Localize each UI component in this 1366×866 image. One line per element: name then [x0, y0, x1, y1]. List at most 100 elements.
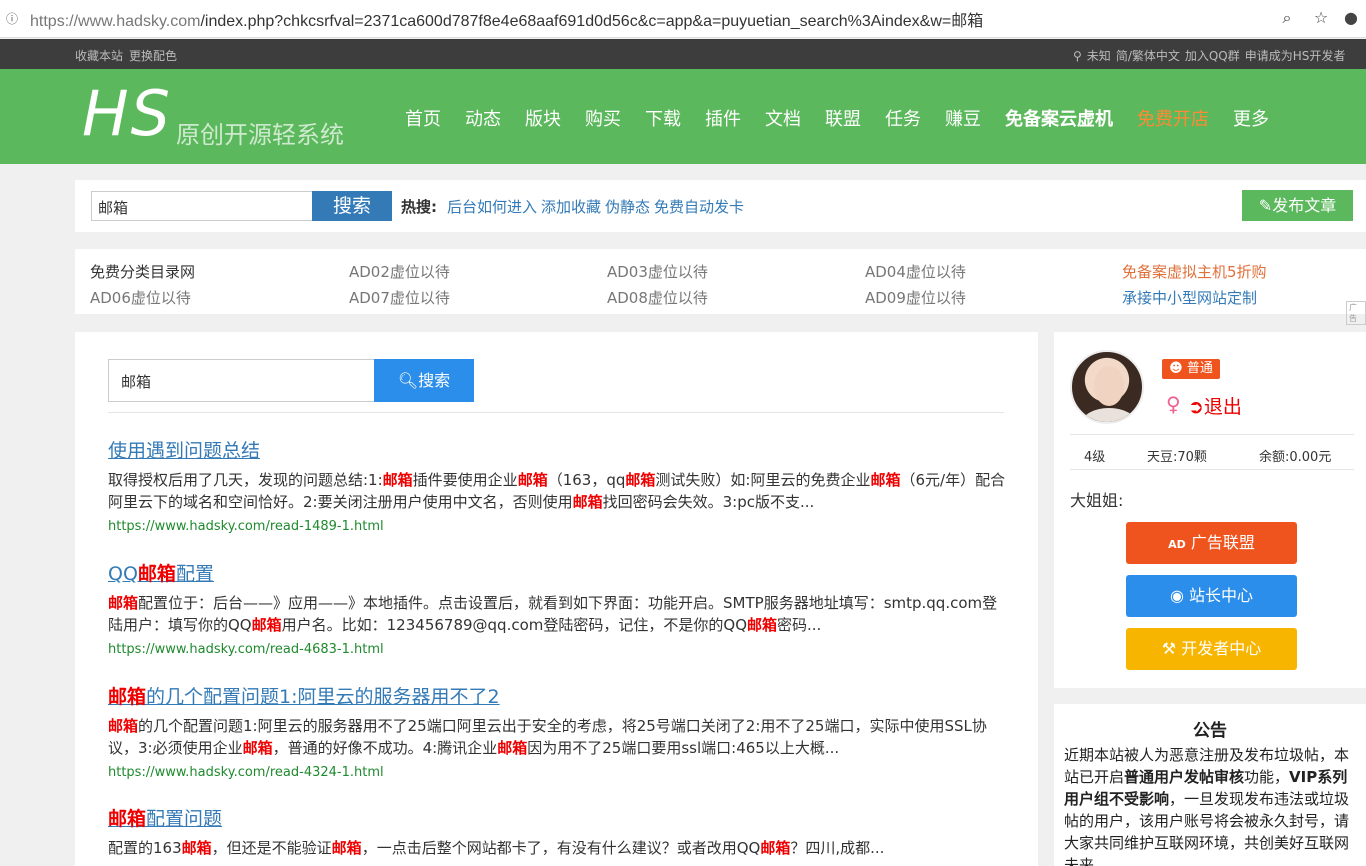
ad-slot[interactable]: 免备案虚拟主机5折购: [1122, 261, 1267, 282]
keyword-highlight: 邮箱: [497, 739, 528, 757]
nav-union[interactable]: 联盟: [825, 105, 861, 131]
top-search-button[interactable]: 搜索: [312, 191, 392, 221]
user-group-label: 普通: [1186, 361, 1213, 376]
text-segment: 的几个配置问题1:阿里云的服务器用不了2: [146, 686, 500, 708]
ad-slot[interactable]: AD04虚位以待: [865, 261, 966, 282]
hot-search-label: 热搜:: [401, 198, 437, 216]
bookmark-star-icon[interactable]: ☆: [1310, 8, 1332, 27]
bookmark-site-link[interactable]: 收藏本站: [75, 49, 123, 63]
url-rest: /index.php?chkcsrfval=2371ca600d787f8e4e…: [200, 12, 984, 30]
nav-earn-beans[interactable]: 赚豆: [945, 105, 981, 131]
text-segment: 使用遇到问题总结: [108, 440, 261, 462]
ad-icon: AD: [1168, 538, 1186, 551]
keyword-highlight: 邮箱: [242, 739, 273, 757]
user-nickname: 大姐姐:: [1070, 491, 1124, 510]
ad-slot[interactable]: AD07虚位以待: [349, 287, 450, 308]
profile-icon[interactable]: ●: [1340, 8, 1362, 27]
result-title[interactable]: 邮箱配置问题: [108, 804, 1008, 831]
location-text[interactable]: 未知: [1087, 49, 1111, 63]
nav-tasks[interactable]: 任务: [885, 105, 921, 131]
hot-link-add-favorite[interactable]: 添加收藏: [541, 198, 601, 216]
result-title[interactable]: 使用遇到问题总结: [108, 436, 1008, 463]
search-button[interactable]: 🔍︎搜索: [374, 359, 474, 402]
keyword-highlight: 邮箱: [382, 471, 413, 489]
keyword-highlight: 邮箱: [331, 839, 362, 857]
nav-cloud-hosting[interactable]: 免备案云虚机: [1005, 105, 1113, 131]
text-segment: ，但还是不能验证: [211, 839, 332, 857]
hot-search-links: 后台如何进入 添加收藏 伪静态 免费自动发卡: [447, 196, 748, 217]
post-article-label: 发布文章: [1272, 196, 1337, 215]
change-theme-link[interactable]: 更换配色: [129, 49, 177, 63]
zoom-icon[interactable]: ⌕: [1276, 8, 1298, 28]
ad-slot[interactable]: 免费分类目录网: [90, 261, 195, 282]
nav-home[interactable]: 首页: [405, 105, 441, 131]
ad-grid: 免费分类目录网 AD02虚位以待 AD03虚位以待 AD04虚位以待 免备案虚拟…: [75, 249, 1366, 325]
ad-slot[interactable]: AD08虚位以待: [607, 287, 708, 308]
result-snippet: 取得授权后用了几天，发现的问题总结:1:邮箱插件要使用企业邮箱（163，qq邮箱…: [108, 469, 1008, 513]
keyword-highlight: 邮箱: [572, 493, 603, 511]
keyword-highlight: 邮箱: [625, 471, 656, 489]
nav-docs[interactable]: 文档: [765, 105, 801, 131]
webmaster-center-label: 站长中心: [1189, 586, 1254, 605]
ad-union-button[interactable]: AD 广告联盟: [1126, 522, 1297, 564]
user-level: 4级: [1084, 450, 1106, 465]
nav-plugins[interactable]: 插件: [705, 105, 741, 131]
result-url[interactable]: https://www.hadsky.com/read-4324-1.html: [108, 765, 1008, 780]
developer-center-button[interactable]: ⚒ 开发者中心: [1126, 628, 1297, 670]
result-url[interactable]: https://www.hadsky.com/read-1489-1.html: [108, 519, 1008, 534]
keyword-highlight: 邮箱: [870, 471, 901, 489]
female-icon: ♀: [1166, 392, 1181, 416]
search-input[interactable]: 邮箱: [108, 359, 376, 402]
language-switch-link[interactable]: 简/繁体中文: [1116, 49, 1180, 63]
keyword-highlight: 邮箱: [108, 686, 147, 708]
user-icon: ☻: [1169, 361, 1183, 376]
android-icon: ◉: [1169, 586, 1184, 605]
hot-link-rewrite[interactable]: 伪静态: [605, 198, 650, 216]
nav-download[interactable]: 下载: [645, 105, 681, 131]
ad-slot[interactable]: AD02虚位以待: [349, 261, 450, 282]
ad-slot[interactable]: AD06虚位以待: [90, 287, 191, 308]
user-card: ☻ 普通 ♀ ➲退出 4级 天豆:70颗 余额:0.00元 大姐姐: AD 广告…: [1054, 332, 1366, 688]
webmaster-center-button[interactable]: ◉ 站长中心: [1126, 575, 1297, 617]
post-article-button[interactable]: ✎发布文章: [1242, 190, 1353, 221]
url-text[interactable]: https://www.hadsky.com/index.php?chkcsrf…: [30, 7, 1260, 31]
nav-buy[interactable]: 购买: [585, 105, 621, 131]
text-segment: 取得授权后用了几天，发现的问题总结:1:: [108, 471, 383, 489]
result-snippet: 邮箱配置位于：后台——》应用——》本地插件。点击设置后，就看到如下界面：功能开启…: [108, 592, 1008, 636]
divider: [108, 412, 1004, 413]
site-slogan: 原创开源轻系统: [176, 121, 344, 149]
avatar[interactable]: [1070, 350, 1144, 424]
result-item: 邮箱的几个配置问题1:阿里云的服务器用不了2 邮箱的几个配置问题1:阿里云的服务…: [108, 682, 1008, 780]
join-qq-group-link[interactable]: 加入QQ群: [1185, 49, 1240, 63]
top-search-input[interactable]: 邮箱: [91, 191, 328, 221]
result-snippet: 邮箱的几个配置问题1:阿里云的服务器用不了25端口阿里云出于安全的考虑，将25号…: [108, 715, 1008, 759]
site-info-icon[interactable]: ⓘ: [6, 10, 20, 27]
url-prefix: https://www.hadsky.com: [30, 12, 201, 30]
result-item: 邮箱配置问题 配置的163邮箱，但还是不能验证邮箱，一点击后整个网站都卡了，有没…: [108, 804, 1008, 859]
hot-link-admin-entry[interactable]: 后台如何进入: [447, 198, 537, 216]
ad-slot[interactable]: AD03虚位以待: [607, 261, 708, 282]
result-title[interactable]: 邮箱的几个配置问题1:阿里云的服务器用不了2: [108, 682, 1008, 709]
text-segment: 用户名。比如：123456789@qq.com登陆密码，记住，不是你的QQ: [281, 616, 747, 634]
nav-feed[interactable]: 动态: [465, 105, 501, 131]
keyword-highlight: 邮箱: [137, 563, 176, 585]
result-url[interactable]: https://www.hadsky.com/read-4683-1.html: [108, 642, 1008, 657]
nav-free-shop[interactable]: 免费开店: [1137, 105, 1209, 131]
result-title[interactable]: QQ邮箱配置: [108, 559, 1008, 586]
ad-slot[interactable]: AD09虚位以待: [865, 287, 966, 308]
logout-link[interactable]: ➲退出: [1188, 392, 1242, 419]
keyword-highlight: 邮箱: [181, 839, 212, 857]
ad-slot[interactable]: 承接中小型网站定制: [1122, 287, 1257, 308]
text-segment: ？四川,成都...: [790, 839, 885, 857]
apply-developer-link[interactable]: 申请成为HS开发者: [1245, 49, 1346, 63]
text-segment: 找回密码会失效。3:pc版不支...: [602, 493, 815, 511]
hot-link-auto-card[interactable]: 免费自动发卡: [654, 198, 744, 216]
nav-more[interactable]: 更多: [1233, 105, 1269, 131]
bold-text: 普通用户发帖审核: [1124, 768, 1245, 786]
user-group-badge: ☻ 普通: [1162, 359, 1220, 379]
logout-label: 退出: [1203, 396, 1242, 418]
site-header: HS 原创开源轻系统 首页 动态 版块 购买 下载 插件 文档 联盟 任务 赚豆…: [0, 69, 1366, 164]
site-logo[interactable]: HS: [82, 77, 172, 150]
browser-address-bar[interactable]: ⓘ https://www.hadsky.com/index.php?chkcs…: [0, 0, 1366, 38]
nav-boards[interactable]: 版块: [525, 105, 561, 131]
